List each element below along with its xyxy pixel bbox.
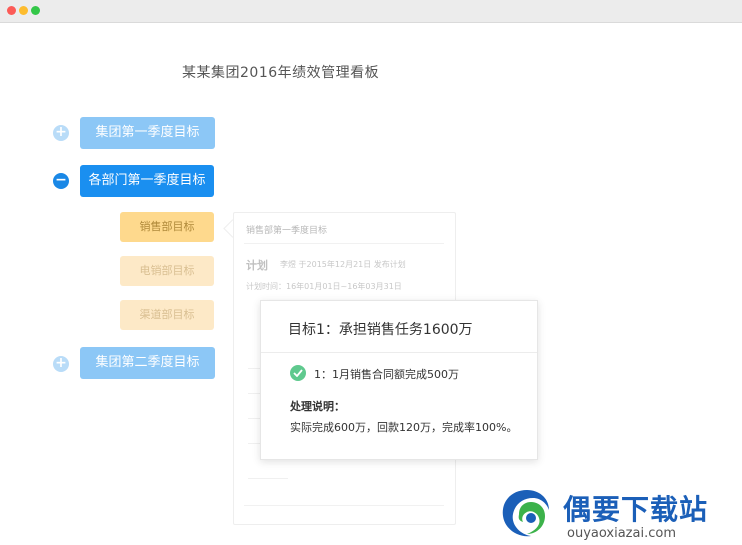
goal-detail-popup: 目标1：承担销售任务1600万 1：1月销售合同额完成500万 处理说明： 实际… (260, 300, 538, 460)
expand-plus-icon[interactable]: + (53, 125, 69, 141)
divider (261, 352, 537, 353)
window-titlebar (0, 0, 742, 23)
plan-time: 计划时间：16年01月01日~16年03月31日 (246, 282, 402, 291)
sub-node-sales[interactable]: 销售部目标 (120, 212, 214, 242)
site-watermark: 偶要下载站 ouyaoxiazai.com (497, 486, 742, 545)
check-circle-icon (290, 365, 306, 381)
watermark-url: ouyaoxiazai.com (567, 526, 676, 541)
plan-info: 李煜 于2015年12月21日 发布计划 (280, 260, 406, 269)
goal-item: 1：1月销售合同额完成500万 (314, 368, 459, 381)
sub-node-channel[interactable]: 渠道部目标 (120, 300, 214, 330)
panel-title: 销售部第一季度目标 (246, 226, 328, 236)
tree-node-q1-group[interactable]: 集团第一季度目标 (80, 117, 215, 149)
close-window-button[interactable] (7, 6, 16, 15)
page-title: 某某集团2016年绩效管理看板 (182, 65, 380, 81)
divider (248, 478, 288, 479)
note-label: 处理说明： (290, 400, 345, 413)
expand-plus-icon[interactable]: + (53, 356, 69, 372)
divider (244, 243, 444, 244)
tree-node-q1-departments[interactable]: 各部门第一季度目标 (80, 165, 214, 197)
minimize-window-button[interactable] (19, 6, 28, 15)
goal-title: 目标1：承担销售任务1600万 (288, 322, 473, 338)
divider (244, 505, 444, 506)
note-text: 实际完成600万，回款120万，完成率100%。 (290, 421, 518, 434)
sub-node-telesales[interactable]: 电销部目标 (120, 256, 214, 286)
collapse-minus-icon[interactable]: − (53, 173, 69, 189)
site-logo-icon (502, 490, 549, 537)
maximize-window-button[interactable] (31, 6, 40, 15)
tree-node-q2-group[interactable]: 集团第二季度目标 (80, 347, 215, 379)
watermark-name: 偶要下载站 (563, 493, 709, 526)
plan-label: 计划 (246, 259, 268, 272)
